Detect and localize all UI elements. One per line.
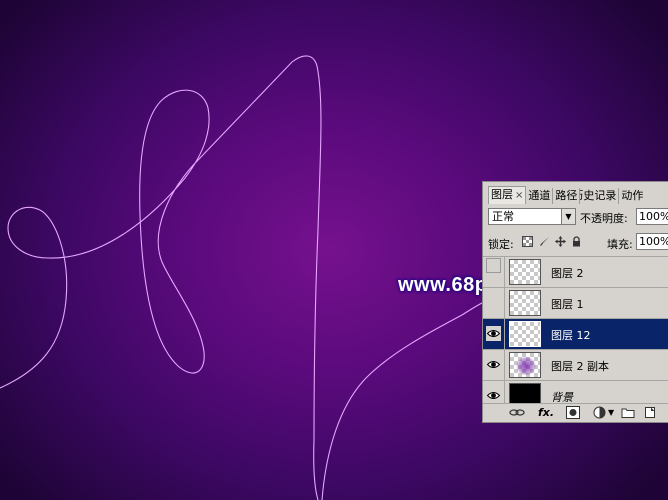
- blend-mode-select[interactable]: 正常 ▼: [488, 208, 576, 225]
- purple-glow-preview: [516, 357, 536, 375]
- work-path-curve-right: [321, 302, 483, 500]
- panel-tabs: 图层× 通道 路径 历史记录 动作: [483, 186, 668, 204]
- link-column: [504, 288, 505, 318]
- lock-icon[interactable]: [571, 236, 582, 247]
- tab-layers-label: 图层: [491, 188, 513, 201]
- tab-layers[interactable]: 图层 ×: [488, 186, 527, 204]
- blend-row: 正常 ▼ 不透明度: 100%: [486, 208, 668, 228]
- layer-thumbnail: [509, 352, 541, 378]
- layer-name: 图层 2 副本: [551, 360, 609, 373]
- lock-label: 锁定:: [488, 238, 514, 251]
- layer-row[interactable]: 图层 2 ƒ: [483, 256, 668, 287]
- opacity-label: 不透明度:: [580, 212, 628, 225]
- brush-icon[interactable]: [539, 236, 550, 247]
- tab-history[interactable]: 历史记录: [580, 188, 620, 204]
- visibility-toggle[interactable]: [486, 258, 501, 273]
- tab-actions[interactable]: 动作: [619, 188, 645, 204]
- eye-icon[interactable]: [486, 326, 501, 341]
- close-icon[interactable]: ×: [515, 190, 523, 201]
- chevron-down-icon[interactable]: ▼: [561, 209, 575, 224]
- blend-mode-value: 正常: [492, 210, 514, 223]
- opacity-input[interactable]: 100%: [636, 208, 668, 225]
- layers-list: 图层 2 ƒ 图层 1 ƒ 图层 12: [483, 256, 668, 411]
- panel-bottom-bar: fx. ▼: [483, 403, 668, 422]
- add-mask-icon[interactable]: [566, 406, 580, 419]
- layer-name: 图层 12: [551, 329, 591, 342]
- link-layers-icon[interactable]: [509, 406, 525, 419]
- layer-row[interactable]: 图层 1 ƒ: [483, 287, 668, 318]
- chevron-down-icon[interactable]: ▼: [608, 406, 614, 419]
- eye-icon[interactable]: [486, 357, 501, 372]
- layer-thumbnail: [509, 290, 541, 316]
- layer-name: 图层 1: [551, 298, 584, 311]
- lock-transparent-icon[interactable]: [522, 236, 533, 247]
- lock-row: 锁定: 填充: 100%: [486, 233, 668, 252]
- fill-label: 填充:: [607, 238, 633, 251]
- eye-icon[interactable]: [486, 388, 501, 403]
- link-column: [504, 350, 505, 380]
- visibility-toggle[interactable]: [486, 289, 501, 304]
- new-layer-icon[interactable]: [643, 406, 657, 419]
- layer-row[interactable]: 图层 2 副本: [483, 349, 668, 380]
- link-column: [504, 257, 505, 287]
- fill-input[interactable]: 100%: [636, 233, 668, 250]
- work-path-curve: [0, 55, 322, 500]
- move-icon[interactable]: [555, 236, 566, 247]
- tab-channels[interactable]: 通道: [526, 188, 554, 204]
- folder-icon[interactable]: [621, 406, 635, 419]
- layer-thumbnail: [509, 259, 541, 285]
- layer-name: 图层 2: [551, 267, 584, 280]
- link-column: [504, 319, 505, 349]
- fx-menu-icon[interactable]: fx.: [538, 406, 554, 419]
- layer-row-selected[interactable]: 图层 12: [483, 318, 668, 349]
- layers-panel: 图层× 通道 路径 历史记录 动作 正常 ▼ 不透明度: 100% 锁定:: [482, 181, 668, 423]
- adjustment-layer-icon[interactable]: [593, 406, 607, 419]
- tab-paths[interactable]: 路径: [553, 188, 581, 204]
- layer-thumbnail: [509, 321, 541, 347]
